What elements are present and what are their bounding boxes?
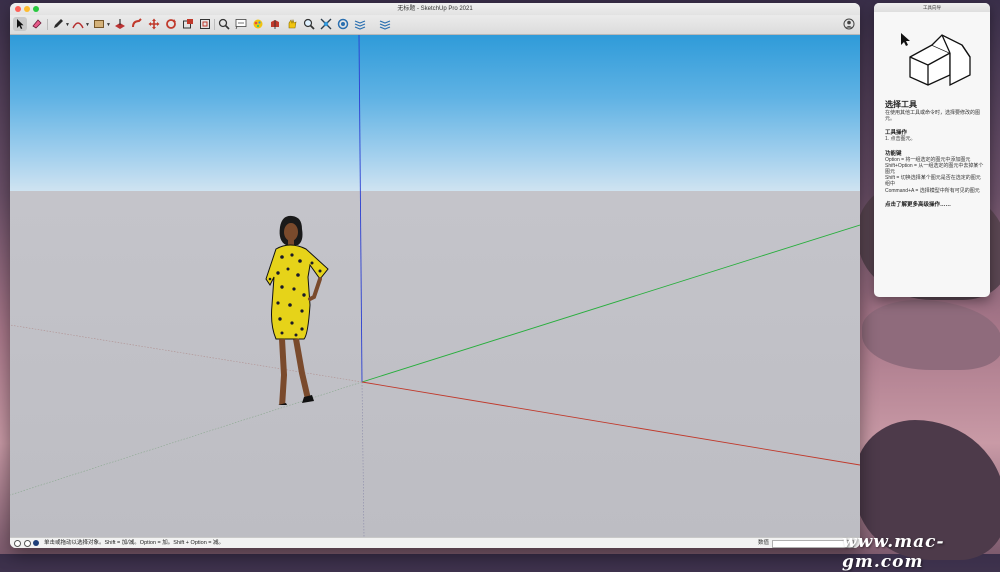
- instructor-description: 在使用其他工具或命令时，选择要修改的图元。: [885, 110, 981, 123]
- user-status-icon[interactable]: [33, 540, 39, 546]
- select-tool-button[interactable]: [13, 17, 27, 31]
- extension-warehouse-tool-button[interactable]: [353, 17, 367, 31]
- push-pull-icon: [115, 19, 125, 29]
- warehouse-tool-button[interactable]: [336, 17, 350, 31]
- minimize-window-icon[interactable]: [24, 6, 30, 12]
- pencil-icon: [54, 19, 63, 28]
- tape-measure-icon: [218, 18, 230, 30]
- instructor-window-title: 工具向导: [923, 5, 941, 10]
- zoom-window-icon[interactable]: [33, 6, 39, 12]
- instructor-heading: 选择工具: [885, 100, 917, 109]
- offset-tool-button[interactable]: [198, 17, 212, 31]
- green-axis-line: [361, 224, 860, 383]
- scale-icon: [183, 19, 193, 29]
- watermark: www.mac-gm.com: [842, 532, 945, 572]
- offset-icon: [200, 19, 210, 29]
- arc-icon: [72, 22, 84, 29]
- axes-overlay: [10, 35, 860, 537]
- status-bar: 单击或拖动以选择对象。Shift = 加/减。Option = 加。Shift …: [10, 537, 860, 548]
- zoom-extents-icon: [320, 18, 332, 30]
- blue-axis-line: [358, 35, 363, 383]
- modifier-key-item: Shift+Option = 从一组选定的图元中去掉某个图元: [885, 162, 984, 176]
- text-tool-button[interactable]: [234, 17, 248, 31]
- eraser-tool-button[interactable]: [30, 17, 44, 31]
- account-button[interactable]: [842, 17, 856, 31]
- follow-me-icon: [132, 18, 142, 28]
- rectangle-icon: [94, 20, 104, 28]
- toolbar-separator: [214, 19, 215, 30]
- tape-measure-tool-button[interactable]: [217, 17, 231, 31]
- orbit-icon: [271, 20, 279, 29]
- warehouse-icon: [337, 18, 349, 30]
- instructor-title-bar: 工具向导: [874, 3, 990, 12]
- orbit-tool-button[interactable]: [268, 17, 282, 31]
- arrow-cursor-icon: [17, 19, 24, 29]
- info-icon[interactable]: [24, 540, 31, 547]
- follow-me-tool-button[interactable]: [130, 17, 144, 31]
- zoom-icon: [303, 18, 315, 30]
- rotate-tool-button[interactable]: [164, 17, 178, 31]
- blue-axis-dotted-line: [361, 381, 365, 537]
- shape-tool-caret-icon[interactable]: ▼: [106, 22, 111, 28]
- modifier-key-item: Command+A = 选择模型中所有可见的图元: [885, 187, 980, 194]
- desktop-rock: [862, 300, 1000, 370]
- modeling-viewport[interactable]: [10, 35, 860, 537]
- scale-tool-button[interactable]: [181, 17, 195, 31]
- text-icon: [235, 19, 247, 30]
- toolbar-separator: [47, 19, 48, 30]
- arc-tool-caret-icon[interactable]: ▼: [85, 22, 90, 28]
- zoom-extents-tool-button[interactable]: [319, 17, 333, 31]
- person-figure[interactable]: [252, 215, 342, 405]
- send-to-layout-tool-button[interactable]: [378, 17, 392, 31]
- push-pull-tool-button[interactable]: [113, 17, 127, 31]
- window-title: 无标题 - SketchUp Pro 2021: [397, 6, 473, 12]
- arc-tool-button[interactable]: [71, 17, 85, 31]
- eraser-icon: [32, 19, 42, 29]
- layout-icon: [379, 20, 391, 30]
- toolbar: ▼ ▼ ▼: [10, 15, 860, 35]
- status-hint: 单击或拖动以选择对象。Shift = 加/减。Option = 加。Shift …: [44, 540, 225, 546]
- instructor-body: 选择工具 在使用其他工具或命令时，选择要修改的图元。 工具操作 1. 点击图元。…: [885, 25, 985, 208]
- advanced-operations-link[interactable]: 点击了解更多高级操作……: [885, 200, 985, 208]
- modifier-key-item: Option = 将一组选定的图元中添加图元: [885, 156, 971, 163]
- measurements-label: 数值: [758, 540, 770, 546]
- modifier-keys-title: 功能键: [885, 150, 902, 157]
- move-icon: [148, 18, 160, 30]
- modifier-key-item: Shift = 切换选择某个图元是否在选定的图元组中: [885, 175, 981, 188]
- instructor-panel: 工具向导 选择工具 在使用其他工具或命令时，选择要修改的图元。 工具操作 1. …: [874, 3, 990, 297]
- zoom-tool-button[interactable]: [302, 17, 316, 31]
- user-account-icon: [843, 18, 855, 30]
- pan-icon: [288, 19, 297, 29]
- shape-tool-button[interactable]: [92, 17, 106, 31]
- paint-bucket-tool-button[interactable]: [251, 17, 265, 31]
- extension-warehouse-icon: [354, 20, 366, 30]
- main-window: 无标题 - SketchUp Pro 2021 ▼ ▼ ▼ 单击或拖动以选择对象…: [10, 3, 860, 548]
- pencil-tool-button[interactable]: [51, 17, 65, 31]
- title-bar: 无标题 - SketchUp Pro 2021: [10, 3, 860, 15]
- move-tool-button[interactable]: [147, 17, 161, 31]
- tool-operations-text: 1. 点击图元。: [885, 136, 916, 143]
- pan-tool-button[interactable]: [285, 17, 299, 31]
- paint-bucket-icon: [253, 19, 263, 29]
- rotate-icon: [166, 19, 176, 29]
- pencil-tool-caret-icon[interactable]: ▼: [65, 22, 70, 28]
- red-axis-line: [361, 381, 860, 466]
- geo-location-icon[interactable]: [14, 540, 21, 547]
- close-window-icon[interactable]: [15, 6, 21, 12]
